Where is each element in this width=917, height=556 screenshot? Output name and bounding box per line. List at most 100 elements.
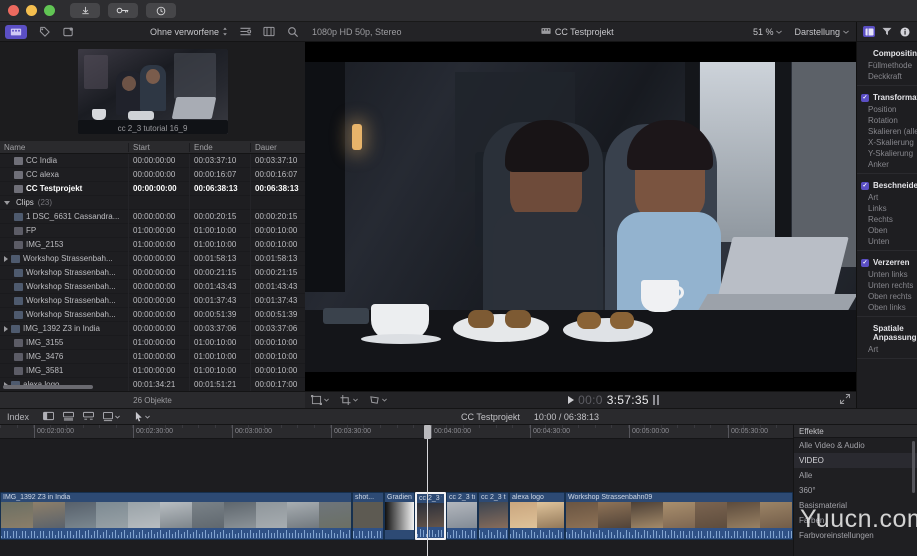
section-header[interactable]: ✓ Transformation bbox=[857, 91, 917, 104]
inspector-property[interactable]: Unten bbox=[857, 236, 917, 247]
table-row[interactable]: IMG_1392 Z3 in India 00:00:00:00 00:03:37:… bbox=[0, 321, 305, 336]
info-tab[interactable] bbox=[899, 26, 911, 37]
column-header-name[interactable]: Name bbox=[0, 143, 128, 152]
primary-storyline[interactable]: IMG_1392 Z3 in India shot... Gradient... cc… bbox=[0, 492, 793, 540]
timeline-clip[interactable]: shot... bbox=[352, 492, 384, 540]
column-header-end[interactable]: Ende bbox=[189, 142, 250, 152]
clip-list-horizontal-scrollbar[interactable] bbox=[3, 385, 93, 389]
section-header[interactable]: Compositing bbox=[857, 47, 917, 60]
key-button[interactable] bbox=[108, 3, 138, 18]
effects-category-row[interactable]: 360° bbox=[794, 483, 917, 498]
effects-category-row[interactable]: VIDEO bbox=[794, 453, 917, 468]
effects-category-row[interactable]: Alle Video & Audio bbox=[794, 438, 917, 453]
section-header[interactable]: ✓ Beschneiden bbox=[857, 179, 917, 192]
inspector-property[interactable]: Skalieren (alle) bbox=[857, 126, 917, 137]
minimize-window-button[interactable] bbox=[26, 5, 37, 16]
close-window-button[interactable] bbox=[8, 5, 19, 16]
timeline-clip[interactable]: Gradient... bbox=[384, 492, 415, 540]
timeline-index-button[interactable]: Index bbox=[7, 412, 29, 422]
table-row[interactable]: IMG_2153 01:00:00:00 01:00:10:00 00:00:10:0… bbox=[0, 237, 305, 252]
table-row[interactable]: Clips (23) bbox=[0, 195, 305, 210]
clip-appearance-icon[interactable] bbox=[43, 411, 54, 423]
inspector-property[interactable]: Rotation bbox=[857, 115, 917, 126]
effects-category-row[interactable]: Alle bbox=[794, 468, 917, 483]
viewer-zoom-dropdown[interactable]: 51 % bbox=[753, 27, 783, 37]
table-row[interactable]: 1 DSC_6631 Cassandra... 00:00:00:00 00:00:… bbox=[0, 209, 305, 224]
playhead-handle[interactable] bbox=[424, 425, 431, 439]
timeline-clip[interactable]: cc 2_3 tu... bbox=[446, 492, 478, 540]
clip-settings-icon[interactable] bbox=[103, 411, 120, 422]
inspector-property[interactable]: Oben rechts bbox=[857, 291, 917, 302]
search-icon[interactable] bbox=[287, 26, 300, 38]
tag-icon[interactable] bbox=[62, 26, 75, 38]
section-header[interactable]: Spatiale Anpassung bbox=[857, 322, 917, 344]
table-row[interactable]: CC alexa 00:00:00:00 00:00:16:07 00:00:16:0… bbox=[0, 167, 305, 182]
video-tab[interactable] bbox=[863, 26, 875, 37]
inspector-property[interactable]: Art bbox=[857, 344, 917, 355]
clock-button[interactable] bbox=[146, 3, 176, 18]
distort-icon[interactable] bbox=[369, 395, 387, 405]
timeline-clip[interactable]: alexa logo bbox=[509, 492, 565, 540]
timeline-ruler[interactable]: 00:02:00:00 00:02:30:00 00:03:00:00 00:03:3… bbox=[0, 425, 793, 439]
inspector-property[interactable]: Deckkraft bbox=[857, 71, 917, 82]
inspector-property[interactable]: Unten rechts bbox=[857, 280, 917, 291]
viewer-canvas[interactable] bbox=[305, 42, 856, 391]
library-icon[interactable] bbox=[5, 24, 27, 39]
clip-list[interactable]: CC India 00:00:00:00 00:03:37:10 00:03:37:1… bbox=[0, 154, 305, 391]
viewer-view-menu[interactable]: Darstellung bbox=[794, 27, 849, 37]
table-row[interactable]: Workshop Strassenbah... 00:00:00:00 00:01:… bbox=[0, 293, 305, 308]
filter-dropdown[interactable]: Ohne verworfene bbox=[150, 27, 228, 37]
table-row[interactable]: Workshop Strassenbah... 00:00:00:00 00:00:… bbox=[0, 307, 305, 322]
viewer-timecode[interactable]: 00:0 3:57:35 bbox=[387, 393, 840, 407]
download-button[interactable] bbox=[70, 3, 100, 18]
table-row[interactable]: IMG_3155 01:00:00:00 01:00:10:00 00:00:10:0… bbox=[0, 335, 305, 350]
section-checkbox[interactable]: ✓ bbox=[861, 181, 869, 190]
timeline-clip[interactable]: cc 2_3 tu... bbox=[415, 492, 446, 540]
group-clips-icon[interactable] bbox=[239, 26, 252, 38]
inspector-property[interactable]: Oben bbox=[857, 225, 917, 236]
keyword-icon[interactable] bbox=[38, 26, 51, 38]
table-row[interactable]: FP 01:00:00:00 01:00:10:00 00:00:10:00 bbox=[0, 223, 305, 238]
filter-tab[interactable] bbox=[881, 26, 893, 37]
effects-scrollbar[interactable] bbox=[912, 441, 915, 493]
inspector-property[interactable]: Anker bbox=[857, 159, 917, 170]
select-tool-icon[interactable] bbox=[135, 411, 150, 422]
transform-icon[interactable] bbox=[311, 395, 329, 405]
inspector-panel[interactable]: Compositing FüllmethodeDeckkraft ✓ Transfor… bbox=[856, 22, 917, 408]
inspector-property[interactable]: Y-Skalierung bbox=[857, 148, 917, 159]
column-header-duration[interactable]: Dauer bbox=[250, 142, 305, 152]
inspector-property[interactable]: X-Skalierung bbox=[857, 137, 917, 148]
section-checkbox[interactable]: ✓ bbox=[861, 93, 869, 102]
table-row[interactable]: IMG_3476 01:00:00:00 01:00:10:00 00:00:10:0… bbox=[0, 349, 305, 364]
preview-thumbnail[interactable]: cc 2_3 tutorial 16_9 bbox=[77, 49, 228, 134]
table-row[interactable]: Workshop Strassenbah... 00:00:00:00 00:00:… bbox=[0, 265, 305, 280]
inspector-property[interactable]: Oben links bbox=[857, 302, 917, 313]
table-row[interactable]: CC Testprojekt 00:00:00:00 00:06:38:13 00:0… bbox=[0, 181, 305, 196]
inspector-property[interactable]: Art bbox=[857, 192, 917, 203]
inspector-property[interactable]: Links bbox=[857, 203, 917, 214]
disclosure-triangle[interactable] bbox=[4, 200, 10, 205]
disclosure-triangle[interactable] bbox=[4, 325, 8, 332]
timeline-clip[interactable]: cc 2_3 tu... bbox=[478, 492, 509, 540]
crop-icon[interactable] bbox=[340, 395, 358, 405]
disclosure-triangle[interactable] bbox=[4, 255, 8, 262]
table-row[interactable]: IMG_3581 01:00:00:00 01:00:10:00 00:00:10:0… bbox=[0, 363, 305, 378]
inspector-property[interactable]: Position bbox=[857, 104, 917, 115]
filmstrip-view-icon[interactable] bbox=[263, 26, 276, 38]
inspector-property[interactable]: Unten links bbox=[857, 269, 917, 280]
table-row[interactable]: Workshop Strassenbah... 00:00:00:00 00:01:… bbox=[0, 279, 305, 294]
timeline-body[interactable]: IMG_1392 Z3 in India shot... Gradient... cc… bbox=[0, 439, 793, 556]
table-row[interactable]: Workshop Strassenbah... 00:00:00:00 00:01:… bbox=[0, 251, 305, 266]
inspector-property[interactable]: Füllmethode bbox=[857, 60, 917, 71]
timeline-clip[interactable]: Workshop Strassenbahn09 bbox=[565, 492, 793, 540]
section-checkbox[interactable]: ✓ bbox=[861, 258, 869, 267]
fullscreen-icon[interactable] bbox=[839, 393, 851, 406]
clip-zoom-icon[interactable] bbox=[83, 411, 94, 423]
timeline-clip[interactable]: IMG_1392 Z3 in India bbox=[0, 492, 352, 540]
playhead[interactable] bbox=[427, 439, 428, 556]
section-header[interactable]: ✓ Verzerren bbox=[857, 256, 917, 269]
column-header-start[interactable]: Start bbox=[128, 142, 189, 152]
table-row[interactable]: CC India 00:00:00:00 00:03:37:10 00:03:37:1… bbox=[0, 154, 305, 168]
clip-height-icon[interactable] bbox=[63, 411, 74, 423]
inspector-property[interactable]: Rechts bbox=[857, 214, 917, 225]
